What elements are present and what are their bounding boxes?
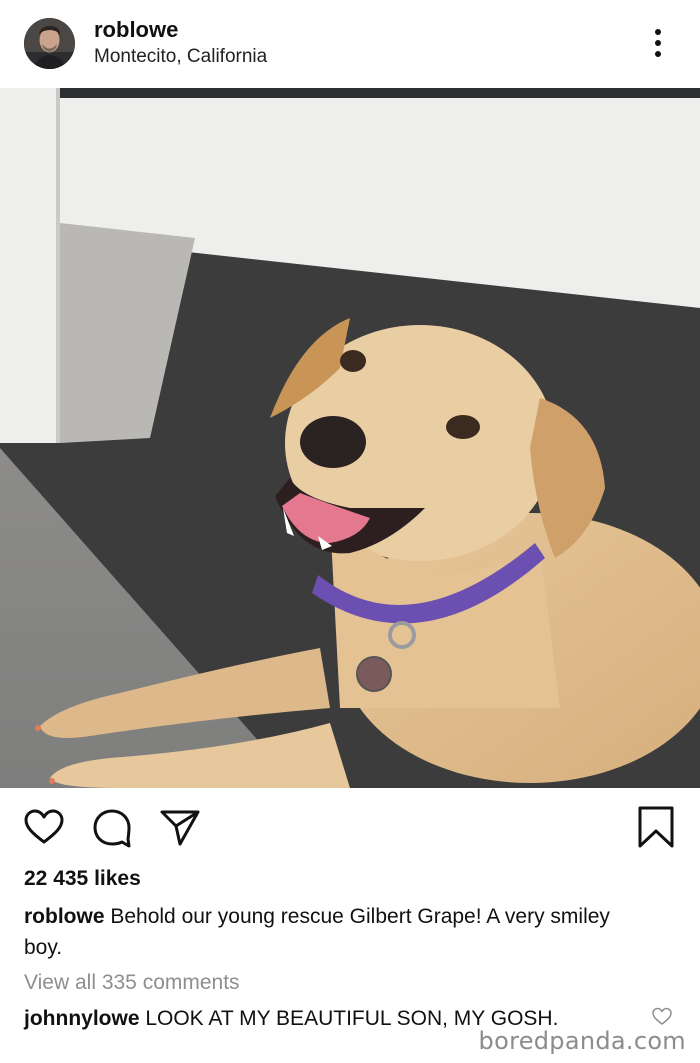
post-header: roblowe Montecito, California — [0, 0, 700, 88]
heart-icon[interactable] — [22, 806, 66, 850]
likes-count[interactable]: 22 435 likes — [24, 867, 141, 891]
post-location[interactable]: Montecito, California — [94, 46, 267, 68]
more-vertical-icon[interactable] — [646, 26, 670, 60]
caption-username[interactable]: roblowe — [24, 905, 105, 928]
share-icon[interactable] — [158, 806, 202, 850]
post-photo[interactable] — [0, 88, 700, 788]
comment-heart-icon[interactable] — [651, 1006, 673, 1028]
post-caption: roblowe Behold our young rescue Gilbert … — [24, 901, 644, 963]
post-actions — [0, 790, 700, 860]
comment-username[interactable]: johnnylowe — [24, 1007, 140, 1030]
watermark: boredpanda.com — [478, 1027, 686, 1055]
caption-text: Behold our young rescue Gilbert Grape! A… — [24, 905, 610, 959]
post-username[interactable]: roblowe — [94, 17, 178, 43]
avatar[interactable] — [24, 18, 75, 69]
bookmark-icon[interactable] — [634, 806, 678, 850]
comment-icon[interactable] — [90, 806, 134, 850]
view-all-comments-link[interactable]: View all 335 comments — [24, 971, 240, 995]
